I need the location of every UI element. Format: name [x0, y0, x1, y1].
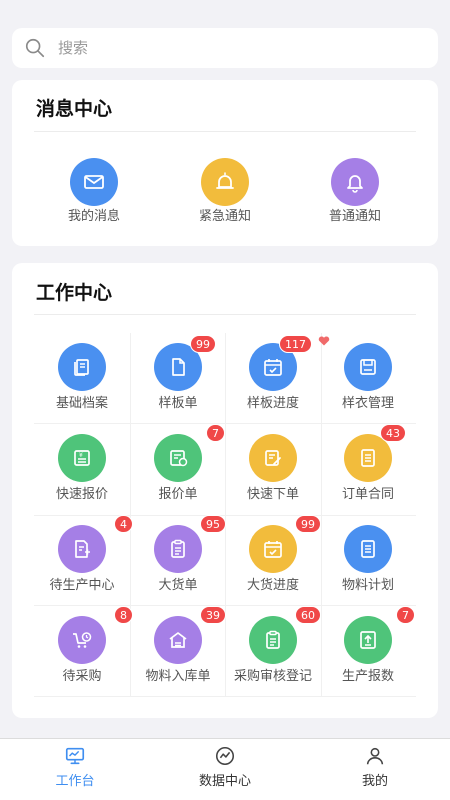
heart-icon: [318, 336, 330, 346]
work-item-label: 生产报数: [341, 669, 394, 684]
work-item-purchase-audit[interactable]: 60 采购审核登记: [223, 606, 323, 696]
work-item-label: 待生产中心: [49, 578, 115, 593]
upload-report-icon: [344, 616, 392, 664]
work-item-quick-order[interactable]: 快速下单: [223, 434, 323, 514]
clipboard-icon: [154, 525, 202, 573]
work-item-label: 样板进度: [246, 396, 299, 411]
save-icon: [344, 343, 392, 391]
work-item-label: 物料入库单: [145, 669, 211, 684]
audit-clipboard-icon: [249, 616, 297, 664]
search-input[interactable]: [58, 39, 398, 57]
work-item-sample-progress[interactable]: 117 样板进度: [223, 335, 323, 423]
count-badge: 7: [396, 606, 415, 624]
monitor-icon: [65, 747, 85, 765]
warehouse-icon: [154, 616, 202, 664]
work-item-production-report[interactable]: 7 生产报数: [318, 606, 418, 696]
work-item-sample-order[interactable]: 99 样板单: [128, 335, 228, 423]
price-list-icon: [154, 434, 202, 482]
grid-divider: [34, 696, 416, 697]
work-item-material-inbound[interactable]: 39 物料入库单: [128, 606, 228, 696]
quote-icon: ¥: [58, 434, 106, 482]
message-item-label: 我的消息: [67, 209, 120, 224]
work-item-label: 快速报价: [55, 487, 108, 502]
count-badge: 117: [279, 335, 312, 353]
work-item-pending-production[interactable]: 4 待生产中心: [32, 515, 133, 605]
work-item-label: 样衣管理: [341, 396, 394, 411]
chart-icon: [215, 746, 235, 766]
work-item-label: 订单合同: [341, 487, 394, 502]
pending-production-icon: [58, 525, 106, 573]
work-item-quick-quote[interactable]: ¥ 快速报价: [32, 434, 132, 514]
work-item-label: 样板单: [158, 396, 198, 411]
message-item-label: 紧急通知: [198, 209, 251, 224]
work-item-label: 待采购: [62, 669, 102, 684]
svg-text:¥: ¥: [79, 452, 83, 459]
cart-clock-icon: [58, 616, 106, 664]
work-item-bulk-progress[interactable]: 99 大货进度: [223, 515, 323, 605]
message-item-my-messages[interactable]: 我的消息: [44, 158, 144, 238]
work-item-bulk-order[interactable]: 95 大货单: [128, 515, 228, 605]
tab-label: 工作台: [55, 774, 95, 789]
work-center-title: 工作中心: [36, 282, 113, 304]
tab-label: 我的: [361, 774, 388, 789]
alarm-icon: [201, 158, 249, 206]
archive-icon: [58, 343, 106, 391]
work-item-label: 快速下单: [246, 487, 299, 502]
work-item-pending-purchase[interactable]: 8 待采购: [32, 606, 133, 696]
work-item-label: 采购审核登记: [233, 669, 312, 684]
bell-icon: [331, 158, 379, 206]
work-item-material-plan[interactable]: 物料计划: [318, 525, 418, 605]
message-center-title: 消息中心: [36, 98, 113, 120]
tab-mine[interactable]: 我的: [320, 745, 430, 795]
search-bar[interactable]: [12, 28, 438, 68]
mail-icon: [70, 158, 118, 206]
work-item-label: 基础档案: [55, 396, 108, 411]
tab-workbench[interactable]: 工作台: [20, 745, 130, 795]
work-center-card: 工作中心 基础档案 99 样板单 117 样板进度 样衣管理 ¥ 快速报价 7 …: [12, 263, 438, 718]
count-badge: 43: [380, 424, 406, 442]
work-item-label: 大货进度: [246, 578, 299, 593]
work-item-label: 报价单: [158, 487, 198, 502]
count-badge: 99: [190, 335, 216, 353]
divider: [34, 314, 416, 315]
work-item-garment-management[interactable]: 样衣管理: [318, 343, 418, 423]
work-item-label: 物料计划: [341, 578, 394, 593]
work-item-label: 大货单: [158, 578, 198, 593]
search-icon: [25, 38, 45, 58]
message-item-label: 普通通知: [328, 209, 381, 224]
work-item-basic-archive[interactable]: 基础档案: [32, 343, 132, 423]
work-item-quotation[interactable]: 7 报价单: [128, 424, 228, 514]
plan-icon: [344, 525, 392, 573]
work-item-order-contract[interactable]: 43 订单合同: [318, 424, 418, 514]
user-icon: [366, 747, 384, 765]
tab-label: 数据中心: [198, 774, 251, 789]
tab-data-center[interactable]: 数据中心: [170, 745, 280, 795]
edit-order-icon: [249, 434, 297, 482]
message-item-general-notice[interactable]: 普通通知: [305, 158, 405, 238]
message-center-card: 消息中心 我的消息 紧急通知 普通通知: [12, 80, 438, 246]
message-item-urgent-notice[interactable]: 紧急通知: [175, 158, 275, 238]
calendar-check-icon: [249, 525, 297, 573]
divider: [34, 131, 416, 132]
bottom-tab-bar: 工作台 数据中心 我的: [0, 738, 450, 800]
